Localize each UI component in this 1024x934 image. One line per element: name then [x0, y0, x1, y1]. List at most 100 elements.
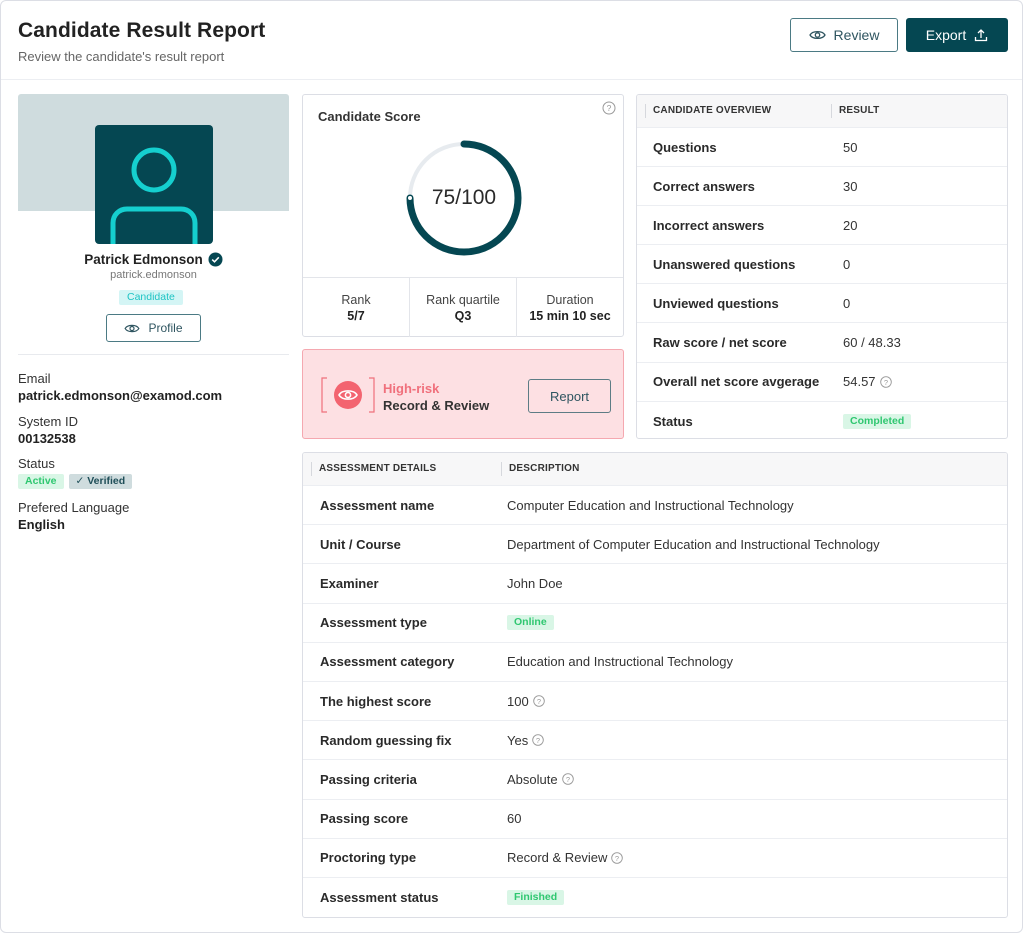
status-badge: Online: [507, 615, 554, 631]
row-value: Education and Instructional Technology: [507, 654, 733, 669]
candidate-username: patrick.edmonson: [110, 269, 197, 281]
column-header: ASSESSMENT DETAILS: [311, 462, 501, 476]
column-header: CANDIDATE OVERVIEW: [645, 104, 831, 118]
table-row: Assessment status Finished: [303, 878, 1007, 917]
row-label: Unviewed questions: [653, 295, 779, 311]
row-value: 0: [843, 257, 850, 272]
status-badges: Active ✓ Verified: [18, 474, 133, 489]
help-icon[interactable]: ?: [532, 734, 544, 746]
row-label: Status: [653, 413, 693, 429]
export-button[interactable]: Export: [906, 18, 1008, 52]
candidate-name-text: Patrick Edmonson: [84, 252, 203, 267]
row-value-text: 60 / 48.33: [843, 335, 901, 351]
score-value: 75/100: [431, 186, 497, 209]
language-label: Prefered Language: [18, 500, 130, 515]
row-value: 0: [843, 296, 850, 311]
table-row: Correct answers 30: [637, 167, 1007, 207]
proctoring-type: Record & Review: [383, 398, 490, 413]
table-row: Unanswered questions 0: [637, 245, 1007, 285]
proctoring-eye-icon: [321, 377, 375, 413]
table-row: Passing score 60: [303, 800, 1007, 839]
row-label: Overall net score avgerage: [653, 374, 820, 390]
help-icon[interactable]: ?: [561, 773, 574, 786]
row-value-text: Yes: [507, 732, 529, 748]
assessment-details-table: ASSESSMENT DETAILS DESCRIPTION Assessmen…: [302, 452, 1008, 918]
row-value: Completed: [843, 413, 912, 429]
row-value: John Doe: [507, 576, 563, 591]
column-header: RESULT: [831, 104, 879, 118]
row-label: Examiner: [320, 575, 379, 591]
row-label: Unit / Course: [320, 536, 401, 552]
table-row: Unit / Course Department of Computer Educ…: [303, 525, 1007, 565]
row-value-text: 50: [843, 139, 858, 155]
page-title: Candidate Result Report: [18, 19, 266, 42]
help-icon[interactable]: ?: [532, 695, 545, 707]
svg-text:?: ?: [607, 103, 612, 113]
table-row: Raw score / net score 60 / 48.33: [637, 323, 1007, 363]
table-row: Questions 50: [637, 128, 1007, 168]
stat-duration: Duration 15 min 10 sec: [517, 278, 623, 337]
row-value: 54.57?: [843, 374, 892, 389]
risk-alert-card: High-risk Record & Review Report: [302, 349, 624, 439]
stat-label: Duration: [546, 292, 594, 307]
table-row: Passing criteria Absolute?: [303, 760, 1007, 800]
stat-value: 15 min 10 sec: [529, 308, 611, 323]
status-badge: Completed: [843, 413, 912, 429]
system-id-value: 00132538: [18, 431, 76, 446]
verified-badge: ✓ Verified: [68, 474, 133, 489]
email-label: Email: [18, 371, 51, 386]
language-value: English: [18, 517, 65, 532]
stat-value: 5/7: [347, 308, 365, 323]
row-value-text: 30: [843, 178, 858, 194]
report-button[interactable]: Report: [528, 379, 611, 413]
table-row: Assessment type Online: [303, 604, 1007, 643]
row-label: Proctoring type: [320, 850, 417, 866]
help-icon[interactable]: ?: [879, 375, 892, 388]
svg-text:?: ?: [566, 775, 570, 784]
table-row: Assessment category Education and Instruc…: [303, 643, 1007, 682]
profile-button-label: Profile: [148, 321, 183, 335]
row-label: Correct answers: [653, 178, 755, 194]
profile-divider: [18, 354, 289, 355]
score-stats: Rank 5/7 Rank quartile Q3 Duration 15 mi…: [303, 277, 623, 337]
help-icon[interactable]: ?: [611, 852, 624, 864]
row-value-text: Department of Computer Education and Ins…: [507, 536, 880, 552]
svg-text:?: ?: [883, 377, 887, 386]
row-label: Unanswered questions: [653, 256, 796, 272]
row-value: Absolute?: [507, 772, 574, 787]
table-header: CANDIDATE OVERVIEW RESULT: [637, 95, 1007, 128]
page-header: Candidate Result Report Review the candi…: [1, 1, 1022, 80]
row-value-text: Computer Education and Instructional Tec…: [507, 497, 794, 513]
help-icon[interactable]: ?: [602, 101, 616, 115]
row-value: Record & Review?: [507, 850, 624, 866]
profile-button[interactable]: Profile: [106, 314, 201, 342]
verified-badge-label: Verified: [87, 475, 126, 487]
row-label: Random guessing fix: [320, 732, 452, 748]
table-row: Proctoring type Record & Review?: [303, 839, 1007, 878]
stat-value: Q3: [454, 308, 472, 323]
row-label: Assessment name: [320, 497, 435, 513]
row-value-text: 60: [507, 811, 522, 827]
table-body: Questions 50 Correct answers 30 Incorrect an…: [637, 128, 1007, 438]
table-row: Status Completed: [637, 402, 1007, 438]
row-value-text: 54.57: [843, 374, 876, 390]
stat-rank-quartile: Rank quartile Q3: [410, 278, 517, 337]
column-header: DESCRIPTION: [501, 462, 580, 476]
email-value: patrick.edmonson@examod.com: [18, 388, 223, 403]
row-value-text: 0: [843, 295, 851, 311]
status-label: Status: [18, 456, 55, 471]
svg-text:?: ?: [537, 697, 541, 706]
table-row: Assessment name Computer Education and In…: [303, 486, 1007, 526]
row-label: Assessment category: [320, 654, 455, 670]
row-value-text: 20: [843, 217, 858, 233]
row-value-text: Education and Instructional Technology: [507, 654, 733, 670]
row-label: Assessment type: [320, 615, 427, 631]
row-value-text: Record & Review: [507, 850, 608, 866]
export-button-label: Export: [925, 27, 967, 43]
row-value-text: 100: [507, 693, 529, 709]
review-button[interactable]: Review: [790, 18, 898, 52]
svg-text:?: ?: [536, 736, 540, 745]
table-row: Unviewed questions 0: [637, 284, 1007, 324]
table-body: Assessment name Computer Education and In…: [303, 486, 1007, 917]
status-badge: Finished: [507, 889, 565, 905]
